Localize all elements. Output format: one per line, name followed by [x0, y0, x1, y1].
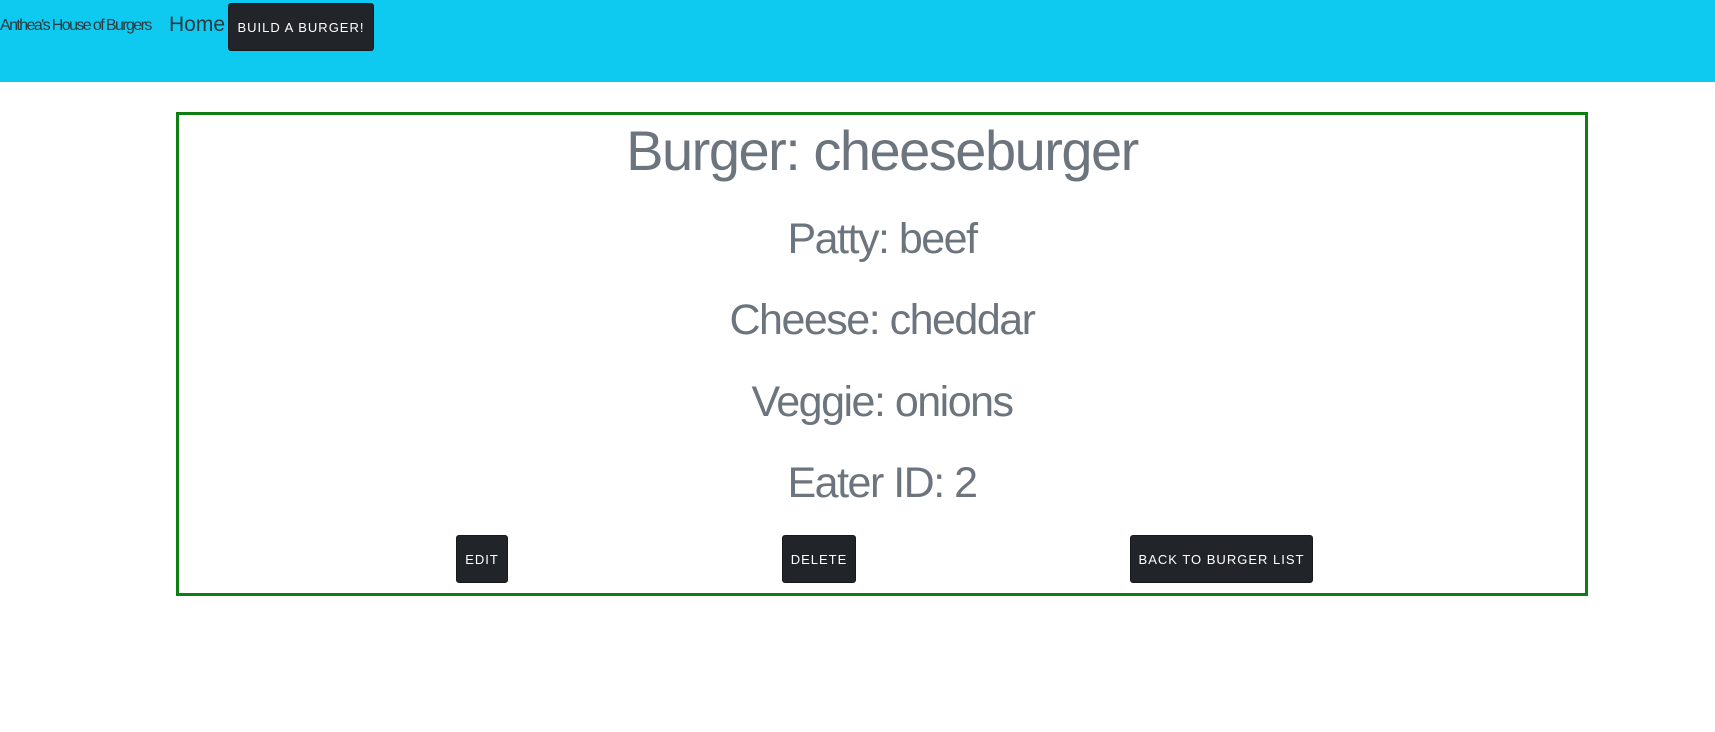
delete-button[interactable]: Delete	[782, 535, 856, 583]
brand-logo-text[interactable]: Anthea's House of Burgers	[0, 17, 152, 35]
veggie-field: Veggie: onions	[751, 378, 1014, 426]
back-to-list-button[interactable]: Back to Burger List	[1130, 535, 1313, 583]
burger-title: Burger: cheeseburger	[626, 119, 1139, 182]
navbar: Anthea's House of Burgers Home Build a B…	[0, 0, 1715, 82]
build-burger-button[interactable]: Build a Burger!	[228, 3, 374, 51]
eater-id-field: Eater ID: 2	[787, 459, 978, 507]
burger-detail-card: Burger: cheeseburger Patty: beef Cheese:…	[176, 112, 1588, 596]
cheese-field: Cheese: cheddar	[729, 296, 1037, 344]
edit-button[interactable]: Edit	[456, 535, 508, 583]
nav-home-link[interactable]: Home	[169, 13, 225, 37]
patty-field: Patty: beef	[787, 215, 978, 263]
